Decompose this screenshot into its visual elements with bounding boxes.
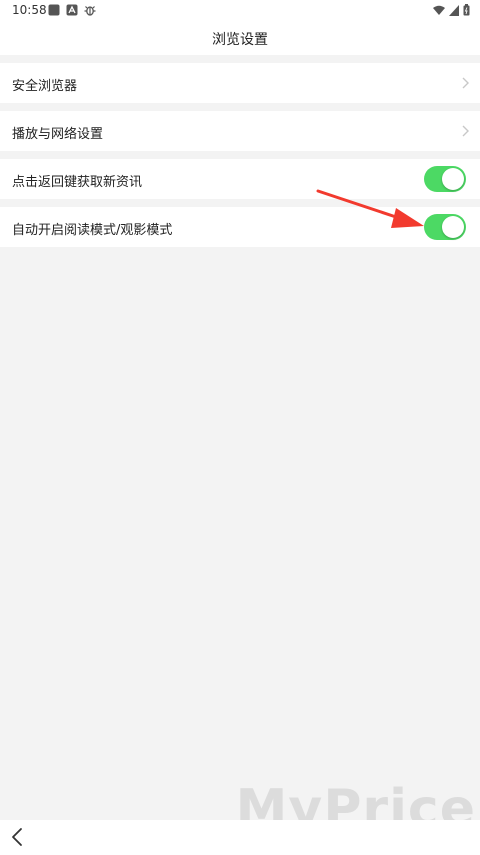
chevron-right-icon: [462, 125, 469, 137]
a-badge-icon: [66, 4, 78, 16]
chevron-left-icon[interactable]: [8, 826, 28, 848]
battery-icon: [463, 4, 470, 16]
bottom-nav-bar: [0, 820, 480, 855]
settings-item-label: 播放与网络设置: [12, 127, 104, 142]
back-refresh-toggle[interactable]: [424, 166, 466, 192]
signal-icon: [449, 4, 459, 16]
chevron-right-icon: [462, 77, 469, 89]
status-time: 10:58: [12, 3, 47, 17]
wifi-icon: [433, 5, 445, 15]
settings-item-playback-network[interactable]: 播放与网络设置: [0, 111, 480, 151]
annotation-arrow-icon: [316, 189, 424, 228]
square-icon: [48, 4, 60, 16]
page-title: 浏览设置: [212, 32, 268, 48]
auto-reading-mode-toggle[interactable]: [424, 214, 466, 240]
settings-item-safe-browser[interactable]: 安全浏览器: [0, 63, 480, 103]
bug-icon: [84, 6, 96, 16]
title-bar: 浏览设置: [0, 22, 480, 55]
toggle-knob: [442, 168, 464, 190]
settings-item-label: 安全浏览器: [12, 79, 78, 94]
settings-item-label: 自动开启阅读模式/观影模式: [12, 223, 173, 238]
status-right-icons: [433, 4, 470, 16]
settings-item-label: 点击返回键获取新资讯: [12, 175, 143, 190]
toggle-knob: [442, 216, 464, 238]
status-bar: 10:58: [0, 0, 480, 22]
